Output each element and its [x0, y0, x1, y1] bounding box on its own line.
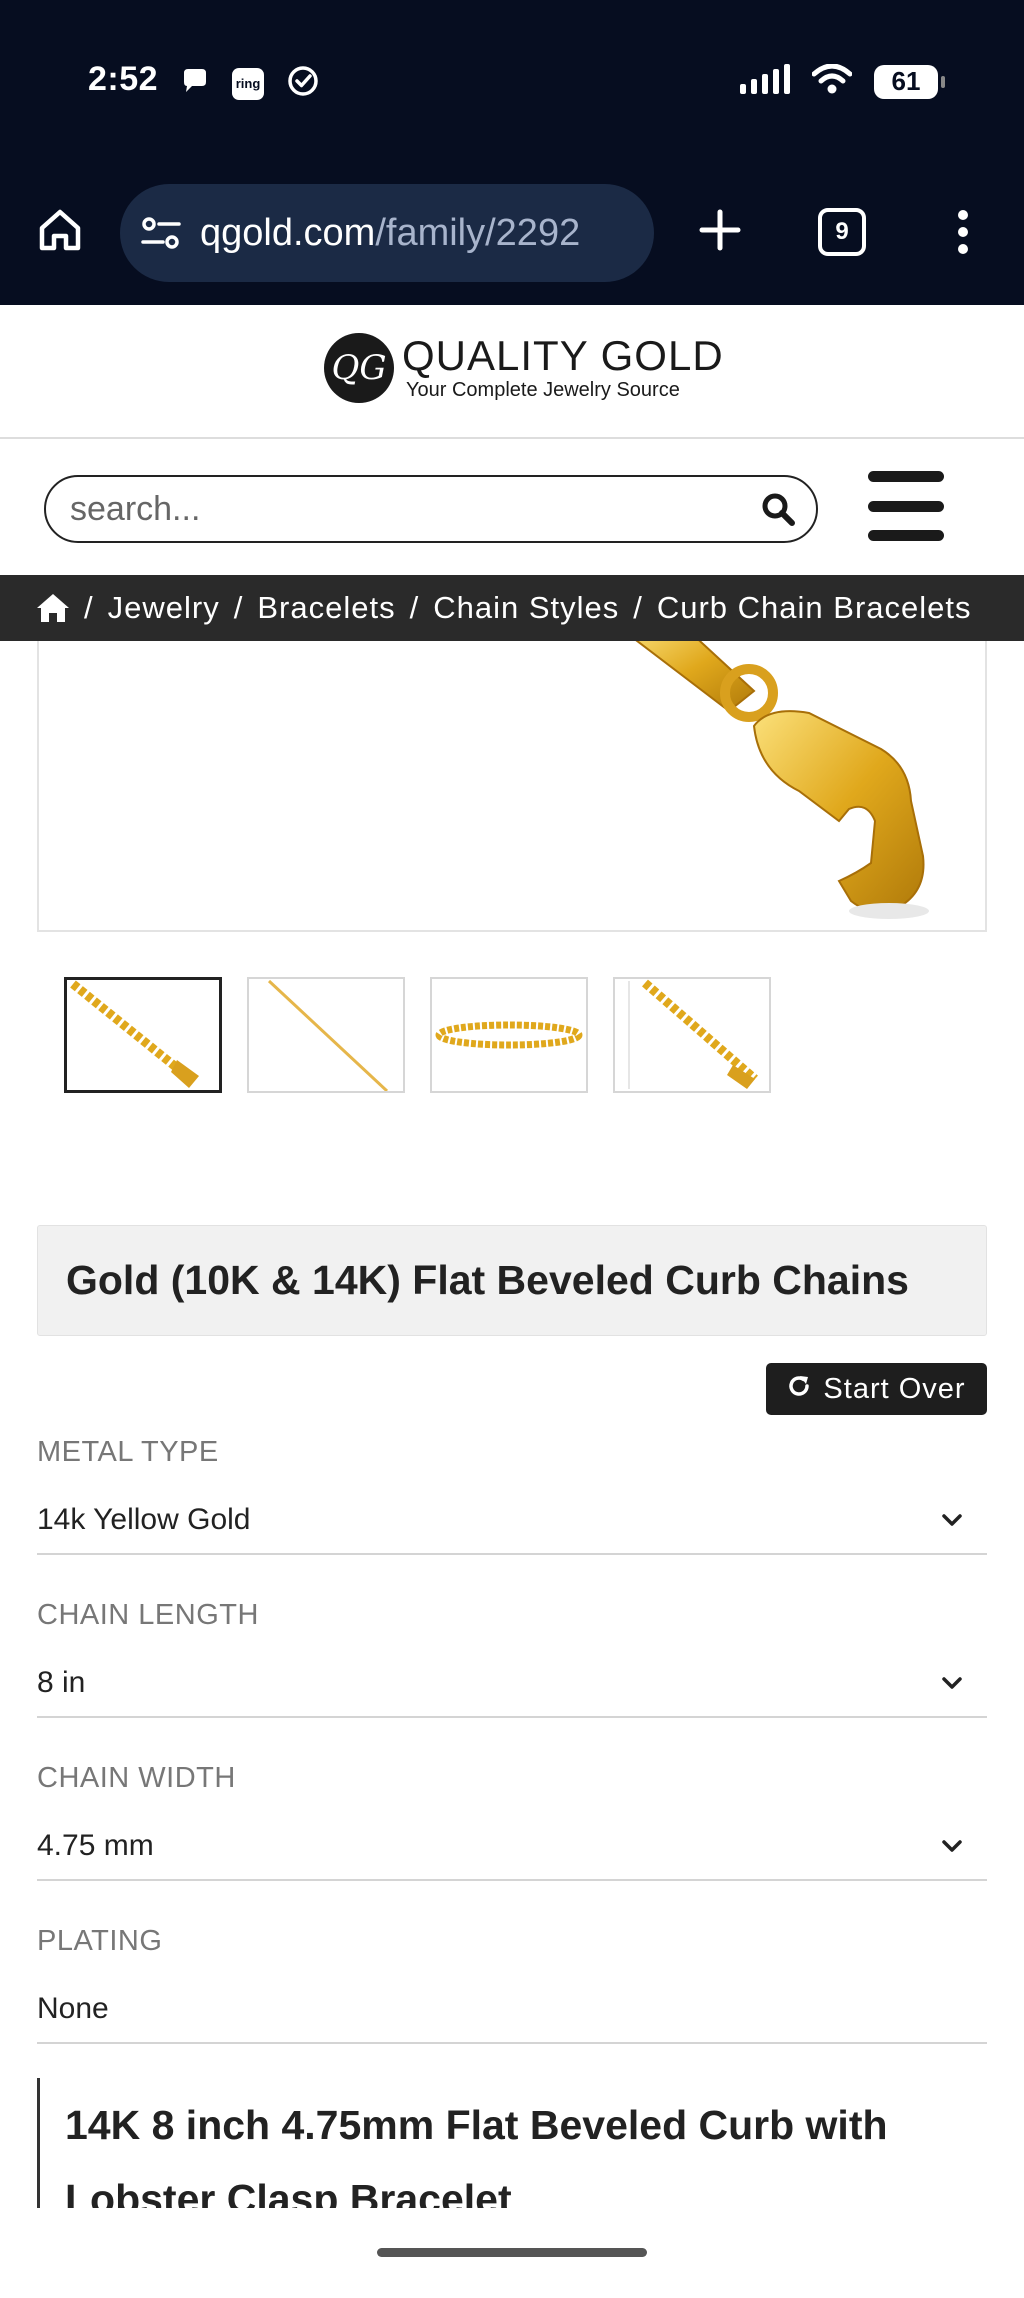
search-row: [0, 441, 1024, 575]
logo-mark: QG: [324, 333, 394, 403]
metal-type-label: METAL TYPE: [37, 1436, 219, 1468]
ring-app-icon: ring: [232, 67, 264, 100]
breadcrumb-jewelry[interactable]: Jewelry: [108, 590, 220, 626]
battery-icon: 61: [874, 64, 945, 99]
thumbnail-2[interactable]: [247, 977, 405, 1093]
hamburger-menu-icon[interactable]: [868, 471, 944, 541]
thumbnail-4[interactable]: [613, 977, 771, 1093]
product-main-image[interactable]: [37, 641, 987, 932]
logo-tagline: Your Complete Jewelry Source: [406, 378, 680, 401]
notification-icons: ring: [178, 64, 320, 103]
variant-description: 14K 8 inch 4.75mm Flat Beveled Curb with…: [37, 2078, 987, 2208]
breadcrumb-home-icon[interactable]: [36, 591, 70, 625]
chevron-down-icon: [941, 1670, 967, 1696]
tab-switcher-button[interactable]: 9: [818, 208, 866, 256]
chain-length-field: CHAIN LENGTH 8 in: [37, 1599, 987, 1718]
home-indicator[interactable]: [377, 2248, 647, 2257]
breadcrumb: / Jewelry / Bracelets / Chain Styles / C…: [0, 575, 1024, 641]
metal-type-select[interactable]: 14k Yellow Gold: [37, 1499, 987, 1555]
chain-width-value: 4.75 mm: [37, 1829, 154, 1862]
url-path: /family/2292: [375, 211, 581, 254]
start-over-button[interactable]: Start Over: [766, 1363, 987, 1415]
refresh-icon: [787, 1373, 811, 1406]
signal-icon: [738, 64, 790, 99]
thumbnail-strip: [64, 977, 771, 1093]
breadcrumb-curb-chain-bracelets[interactable]: Curb Chain Bracelets: [657, 590, 972, 626]
site-settings-icon[interactable]: [140, 212, 182, 254]
chevron-down-icon: [941, 1833, 967, 1859]
system-icons: 61: [738, 63, 945, 99]
chain-length-select[interactable]: 8 in: [37, 1662, 987, 1718]
breadcrumb-bracelets[interactable]: Bracelets: [257, 590, 395, 626]
chain-width-select[interactable]: 4.75 mm: [37, 1825, 987, 1881]
thumbnail-3[interactable]: [430, 977, 588, 1093]
plating-value: None: [37, 1992, 109, 2025]
metal-type-value: 14k Yellow Gold: [37, 1503, 251, 1536]
search-input[interactable]: [46, 489, 748, 529]
new-tab-icon[interactable]: [690, 200, 750, 260]
url-domain: qgold.com: [200, 211, 376, 254]
plating-field: PLATING None: [37, 1925, 987, 2044]
status-time: 2:52: [88, 60, 159, 98]
chevron-down-icon: [941, 1507, 967, 1533]
search-icon[interactable]: [748, 479, 808, 539]
url-text[interactable]: qgold.com/family/2292: [200, 212, 580, 255]
site-header: QG QUALITY GOLD Your Complete Jewelry So…: [0, 305, 1024, 439]
product-title-box: Gold (10K & 14K) Flat Beveled Curb Chain…: [37, 1225, 987, 1336]
variant-title: 14K 8 inch 4.75mm Flat Beveled Curb with…: [65, 2102, 888, 2208]
thumbnail-1[interactable]: [64, 977, 222, 1093]
address-bar[interactable]: qgold.com/family/2292: [120, 184, 654, 282]
chain-width-field: CHAIN WIDTH 4.75 mm: [37, 1762, 987, 1881]
chain-length-label: CHAIN LENGTH: [37, 1599, 259, 1631]
metal-type-field: METAL TYPE 14k Yellow Gold: [37, 1436, 987, 1555]
logo-title: QUALITY GOLD: [402, 331, 724, 379]
plating-select[interactable]: None: [37, 1988, 987, 2044]
check-circle-icon: [286, 64, 320, 103]
plating-label: PLATING: [37, 1925, 163, 1957]
breadcrumb-chain-styles[interactable]: Chain Styles: [433, 590, 619, 626]
home-icon[interactable]: [30, 200, 90, 260]
browser-chrome: 2:52 ring 61 qgold.com/family/2292 9: [0, 0, 1024, 305]
chain-width-label: CHAIN WIDTH: [37, 1762, 236, 1794]
site-logo[interactable]: QG QUALITY GOLD Your Complete Jewelry So…: [324, 333, 724, 403]
search-box: [44, 475, 818, 543]
wifi-icon: [811, 63, 853, 99]
product-title: Gold (10K & 14K) Flat Beveled Curb Chain…: [66, 1257, 909, 1303]
chain-length-value: 8 in: [37, 1666, 86, 1699]
more-options-icon[interactable]: [948, 200, 978, 264]
start-over-label: Start Over: [823, 1372, 966, 1405]
chat-bubble-icon: [178, 65, 210, 102]
